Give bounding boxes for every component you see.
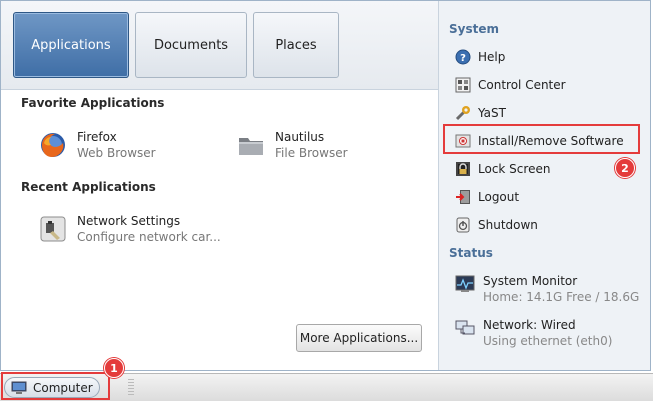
app-description: File Browser xyxy=(275,146,348,160)
system-item-label: YaST xyxy=(478,106,506,120)
help-icon: ? xyxy=(455,49,471,65)
tab-label: Places xyxy=(275,37,317,53)
system-item-label: Control Center xyxy=(478,78,566,92)
app-item-firefox[interactable]: Firefox Web Browser xyxy=(39,129,156,161)
system-item-lock-screen[interactable]: Lock Screen xyxy=(455,159,550,179)
shutdown-icon xyxy=(456,217,470,233)
callout-badge-2: 2 xyxy=(615,158,635,178)
folder-icon xyxy=(239,138,263,155)
yast-icon xyxy=(455,106,470,121)
firefox-icon xyxy=(41,133,65,157)
tab-documents[interactable]: Documents xyxy=(135,12,247,78)
app-item-nautilus[interactable]: Nautilus File Browser xyxy=(237,129,348,161)
status-item-system-monitor[interactable]: System Monitor Home: 14.1G Free / 18.6G xyxy=(455,273,639,305)
status-heading: Status xyxy=(449,246,493,260)
system-item-label: Lock Screen xyxy=(478,162,551,176)
app-name: Network Settings xyxy=(77,214,181,228)
favorite-applications-heading: Favorite Applications xyxy=(21,96,165,110)
system-item-label: Shutdown xyxy=(478,218,538,232)
svg-text:?: ? xyxy=(460,53,466,64)
tab-bar: Applications Documents Places xyxy=(1,1,438,90)
app-name: Firefox xyxy=(77,130,117,144)
system-monitor-icon xyxy=(455,275,475,292)
tab-label: Documents xyxy=(153,37,229,53)
main-menu-window: Applications Documents Places Favorite A… xyxy=(0,0,651,371)
system-item-control-center[interactable]: Control Center xyxy=(455,75,566,95)
app-name: Nautilus xyxy=(275,130,325,144)
system-item-logout[interactable]: Logout xyxy=(455,187,519,207)
tab-places[interactable]: Places xyxy=(253,12,339,78)
status-description: Home: 14.1G Free / 18.6G xyxy=(483,290,640,304)
status-name: System Monitor xyxy=(483,274,578,288)
control-center-icon xyxy=(455,77,471,93)
taskbar-drag-handle[interactable] xyxy=(128,379,134,396)
system-item-shutdown[interactable]: Shutdown xyxy=(455,215,538,235)
app-item-network-settings[interactable]: Network Settings Configure network car..… xyxy=(39,213,221,245)
lock-icon xyxy=(456,162,470,176)
system-item-label: Logout xyxy=(478,190,520,204)
callout-badge-1: 1 xyxy=(104,358,124,378)
more-applications-label: More Applications... xyxy=(299,331,419,345)
recent-applications-heading: Recent Applications xyxy=(21,180,156,194)
app-description: Configure network car... xyxy=(77,230,221,244)
status-name: Network: Wired xyxy=(483,318,576,332)
system-item-label: Help xyxy=(478,50,506,64)
status-item-network[interactable]: Network: Wired Using ethernet (eth0) xyxy=(455,317,612,349)
tab-applications[interactable]: Applications xyxy=(13,12,129,78)
more-applications-button[interactable]: More Applications... xyxy=(296,324,422,352)
system-item-yast[interactable]: YaST xyxy=(455,103,506,123)
left-pane: Applications Documents Places Favorite A… xyxy=(1,1,439,370)
right-pane: System ? Help Control Center YaST Instal… xyxy=(439,1,650,370)
system-heading: System xyxy=(449,22,499,36)
app-description: Web Browser xyxy=(77,146,156,160)
logout-icon xyxy=(456,190,470,204)
system-item-help[interactable]: ? Help xyxy=(455,47,505,67)
status-description: Using ethernet (eth0) xyxy=(483,334,613,348)
highlight-install-remove-software xyxy=(443,124,640,154)
network-settings-icon xyxy=(40,216,66,242)
highlight-computer-button xyxy=(1,372,110,400)
tab-label: Applications xyxy=(31,37,111,53)
network-wired-icon xyxy=(455,320,475,335)
